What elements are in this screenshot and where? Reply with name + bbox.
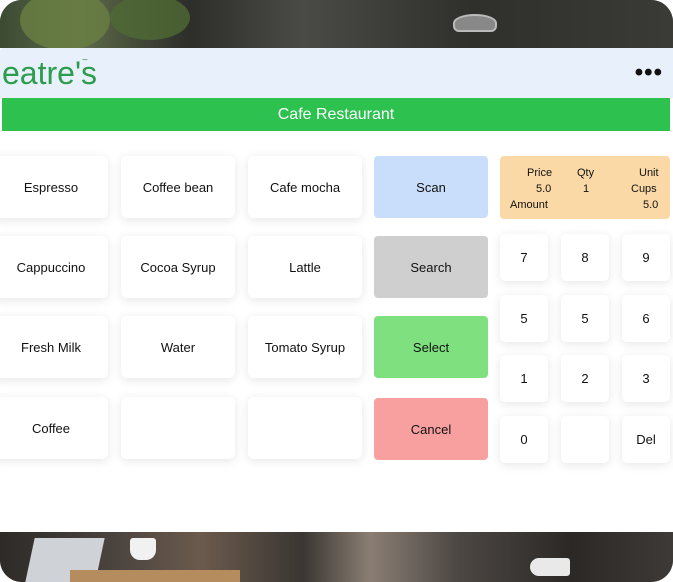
product-tile-cocoa-syrup[interactable]: Cocoa Syrup <box>121 236 235 298</box>
product-tile-cafe-mocha[interactable]: Cafe mocha <box>248 156 362 218</box>
qty-value: 1 <box>583 183 590 195</box>
price-display: Price 5.0 Qty 1 Unit Cups Amount 5.0 <box>500 156 670 219</box>
search-button[interactable]: Search <box>374 236 488 298</box>
product-tile-lattle[interactable]: Lattle <box>248 236 362 298</box>
product-tile-cappuccino[interactable]: Cappuccino <box>0 236 108 298</box>
header-bar: eatre's ~ ••• <box>0 48 673 98</box>
keypad-key[interactable]: 7 <box>500 234 548 281</box>
plant-decoration <box>110 0 190 40</box>
scan-button[interactable]: Scan <box>374 156 488 218</box>
cafe-photo-bottom <box>0 532 673 582</box>
eatres-logo: eatre's ~ <box>2 53 97 93</box>
more-dots-icon[interactable]: ••• <box>635 61 663 85</box>
page-title: Cafe Restaurant <box>2 98 670 131</box>
qty-label: Qty <box>577 167 595 179</box>
unit-label: Unit <box>639 167 659 179</box>
keypad-key[interactable]: 3 <box>622 355 670 402</box>
keypad-key[interactable] <box>561 416 609 463</box>
amount-label: Amount <box>510 199 548 211</box>
keypad-key[interactable]: 9 <box>622 234 670 281</box>
keypad-key[interactable]: 5 <box>500 295 548 342</box>
keypad-key[interactable]: 5 <box>561 295 609 342</box>
coffee-cup-decoration <box>130 538 156 560</box>
keypad-key[interactable]: 2 <box>561 355 609 402</box>
product-tile-tomato-syrup[interactable]: Tomato Syrup <box>248 316 362 378</box>
product-tile-espresso[interactable]: Espresso <box>0 156 108 218</box>
product-tile-empty[interactable] <box>248 397 362 459</box>
steam-icon: ~ <box>82 55 88 66</box>
product-tile-empty[interactable] <box>121 397 235 459</box>
cafe-photo-top <box>0 0 673 50</box>
product-tile-coffee[interactable]: Coffee <box>0 397 108 459</box>
table-decoration <box>70 570 240 582</box>
delete-key[interactable]: Del <box>622 416 670 463</box>
select-button[interactable]: Select <box>374 316 488 378</box>
keypad-key[interactable]: 0 <box>500 416 548 463</box>
unit-value: Cups <box>631 183 657 195</box>
product-tile-fresh-milk[interactable]: Fresh Milk <box>0 316 108 378</box>
keypad-key[interactable]: 8 <box>561 234 609 281</box>
plant-decoration <box>20 0 110 50</box>
keypad-key[interactable]: 1 <box>500 355 548 402</box>
price-value: 5.0 <box>536 183 552 195</box>
keypad-key[interactable]: 6 <box>622 295 670 342</box>
amount-value: 5.0 <box>643 199 659 211</box>
app-window: eatre's ~ ••• Cafe Restaurant Espresso C… <box>0 0 673 582</box>
price-label: Price <box>527 167 553 179</box>
product-tile-coffee-bean[interactable]: Coffee bean <box>121 156 235 218</box>
product-tile-water[interactable]: Water <box>121 316 235 378</box>
ceiling-lamp <box>453 14 497 32</box>
cancel-button[interactable]: Cancel <box>374 398 488 460</box>
sneaker-decoration <box>530 558 570 576</box>
pos-screen: eatre's ~ ••• Cafe Restaurant Espresso C… <box>0 48 673 532</box>
